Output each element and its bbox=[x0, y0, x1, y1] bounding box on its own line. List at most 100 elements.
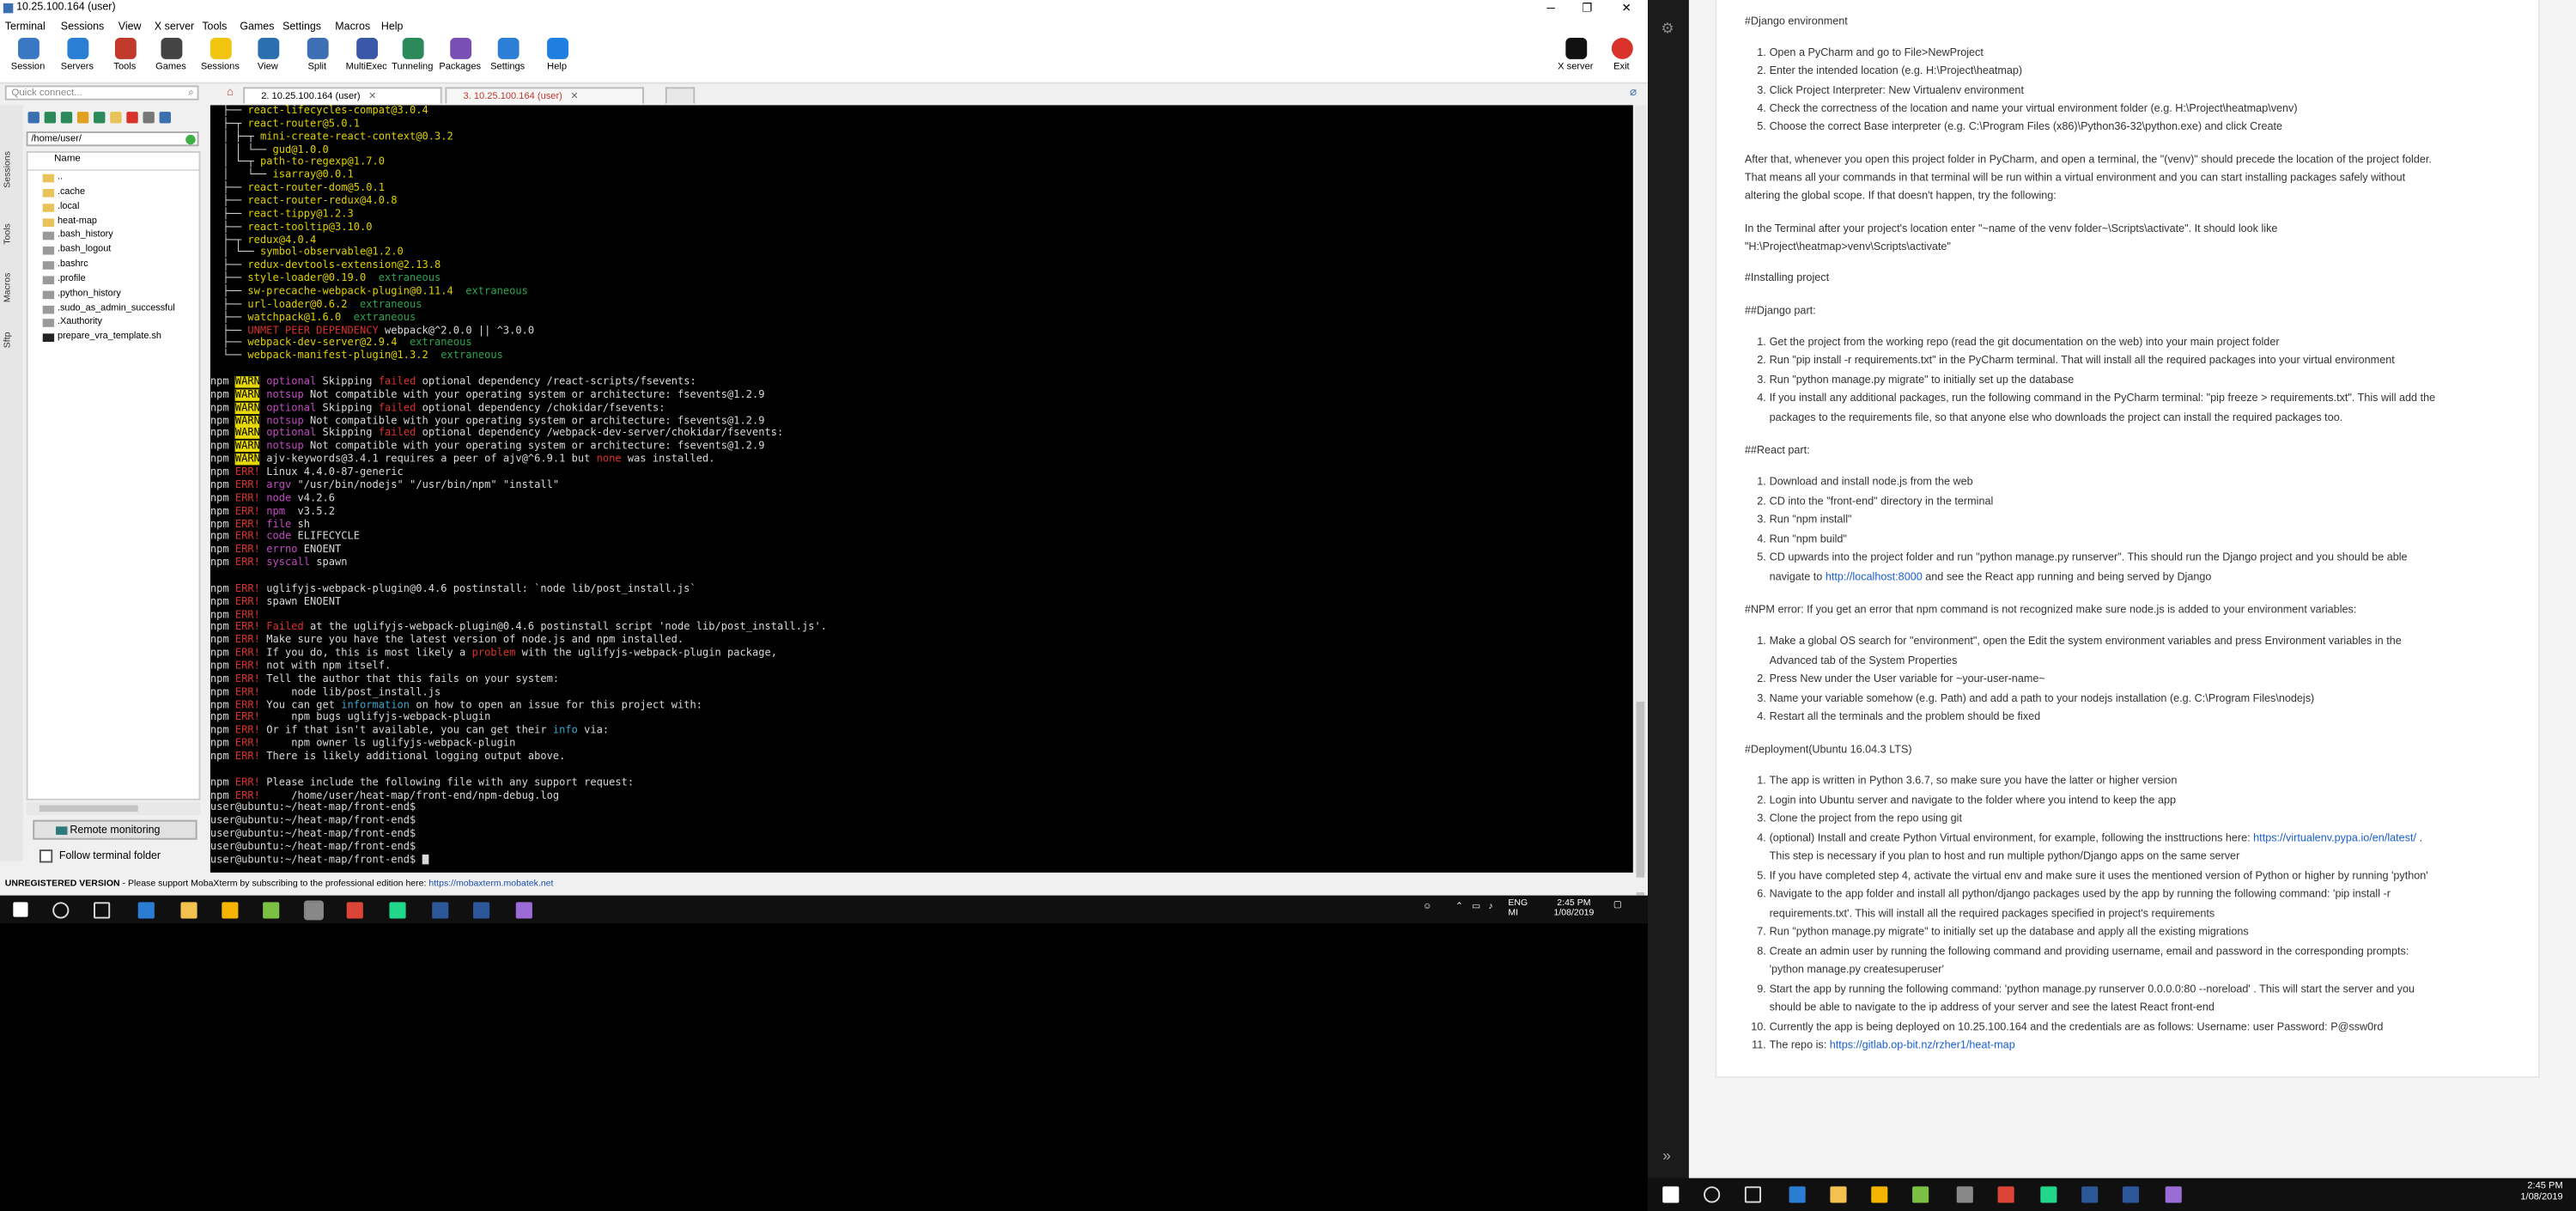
word-icon[interactable] bbox=[2122, 1186, 2140, 1203]
side-tab-sessions[interactable]: Sessions bbox=[3, 151, 13, 188]
chevron-up-icon[interactable]: ⌃ bbox=[1455, 902, 1463, 911]
close-tab-icon[interactable]: ✕ bbox=[368, 92, 376, 101]
start-icon[interactable] bbox=[13, 901, 28, 916]
file-row[interactable]: .local bbox=[28, 200, 199, 215]
terminal-scrollbar[interactable] bbox=[1634, 105, 1647, 896]
toolbar-button-sessions[interactable]: Sessions bbox=[196, 38, 245, 72]
properties-icon[interactable] bbox=[143, 112, 155, 124]
side-tab-sftp[interactable]: Sftp bbox=[3, 332, 13, 348]
taskbar-clock-right[interactable]: 2:45 PM 1/08/2019 bbox=[2520, 1182, 2562, 1205]
file-row[interactable]: .cache bbox=[28, 186, 199, 200]
menu-macros[interactable]: Macros bbox=[335, 21, 370, 33]
attach-icon[interactable]: ⌀ bbox=[1630, 85, 1637, 98]
gear-icon[interactable]: ⚙ bbox=[1661, 20, 1674, 38]
file-row[interactable]: heat-map bbox=[28, 215, 199, 229]
file-explorer-icon[interactable] bbox=[180, 901, 197, 918]
terminal-output[interactable]: ├── react-lifecycles-compat@3.0.4 ├─┬ re… bbox=[210, 105, 1633, 873]
terminal-folder-icon[interactable] bbox=[159, 112, 171, 124]
new-file-icon[interactable] bbox=[94, 112, 106, 124]
file-row[interactable]: .bashrc bbox=[28, 259, 199, 273]
task-view-icon[interactable] bbox=[1744, 1186, 1762, 1203]
menu-settings[interactable]: Settings bbox=[283, 21, 321, 33]
chrome-icon[interactable] bbox=[1997, 1186, 2014, 1203]
side-tab-tools[interactable]: Tools bbox=[3, 223, 13, 245]
taskbar-clock[interactable]: 2:45 PM 1/08/2019 bbox=[1544, 899, 1603, 919]
session-tab-2[interactable]: 2. 10.25.100.164 (user) ✕ bbox=[243, 87, 442, 104]
file-row[interactable]: .. bbox=[28, 171, 199, 186]
download-icon[interactable] bbox=[44, 112, 57, 124]
up-folder-icon[interactable] bbox=[27, 112, 39, 124]
task-view-icon[interactable] bbox=[94, 901, 111, 918]
close-tab-icon[interactable]: ✕ bbox=[570, 92, 578, 101]
toolbar-button-servers[interactable]: Servers bbox=[52, 38, 101, 72]
pycharm-icon[interactable] bbox=[2040, 1186, 2057, 1203]
menu-sessions[interactable]: Sessions bbox=[61, 21, 104, 33]
notification-icon[interactable]: ▢ bbox=[1613, 900, 1622, 910]
toolbar-button-games[interactable]: Games bbox=[146, 38, 195, 72]
word-icon[interactable] bbox=[473, 901, 490, 918]
file-row[interactable]: .sudo_as_admin_successful bbox=[28, 301, 199, 316]
menu-view[interactable]: View bbox=[118, 21, 142, 33]
sftp-horizontal-scrollbar[interactable] bbox=[26, 801, 201, 815]
chrome-icon[interactable] bbox=[346, 901, 363, 918]
menu-help[interactable]: Help bbox=[381, 21, 404, 33]
file-row[interactable]: .bash_history bbox=[28, 229, 199, 244]
home-tab-icon[interactable]: ⌂ bbox=[227, 87, 240, 100]
store-icon[interactable] bbox=[1871, 1186, 1888, 1203]
language-indicator[interactable]: ENG MI bbox=[1508, 899, 1528, 919]
powershell-icon[interactable] bbox=[2081, 1186, 2099, 1203]
refresh-icon[interactable] bbox=[76, 112, 89, 124]
new-tab-button[interactable] bbox=[665, 87, 696, 104]
people-icon[interactable]: ☺ bbox=[1423, 902, 1432, 911]
mobaxterm-icon[interactable] bbox=[303, 899, 324, 920]
toolbar-button-x-server[interactable]: X server bbox=[1551, 38, 1600, 72]
maximize-button[interactable]: ❐ bbox=[1569, 0, 1605, 18]
start-icon[interactable] bbox=[1662, 1186, 1680, 1203]
close-button[interactable]: ✕ bbox=[1608, 0, 1644, 18]
toolbar-button-multiexec[interactable]: MultiExec bbox=[342, 38, 391, 72]
git-icon[interactable] bbox=[515, 901, 532, 918]
menu-x-server[interactable]: X server bbox=[155, 21, 194, 33]
toolbar-button-session[interactable]: Session bbox=[3, 38, 52, 72]
store-icon[interactable] bbox=[222, 901, 239, 918]
toolbar-button-exit[interactable]: Exit bbox=[1597, 38, 1646, 72]
powershell-icon[interactable] bbox=[432, 901, 449, 918]
edge-icon[interactable] bbox=[1789, 1186, 1806, 1203]
toolbar-button-view[interactable]: View bbox=[243, 38, 292, 72]
file-explorer-icon[interactable] bbox=[1830, 1186, 1847, 1203]
search-icon[interactable] bbox=[52, 901, 70, 918]
toolbar-button-split[interactable]: Split bbox=[293, 38, 342, 72]
minimize-button[interactable]: ─ bbox=[1533, 0, 1569, 18]
volume-icon[interactable]: ♪ bbox=[1488, 902, 1492, 911]
doc-link[interactable]: https://gitlab.op-bit.nz/rzher1/heat-map bbox=[1830, 1040, 2015, 1051]
toolbar-button-packages[interactable]: Packages bbox=[435, 38, 484, 72]
file-row[interactable]: .python_history bbox=[28, 287, 199, 301]
upload-icon[interactable] bbox=[60, 112, 73, 124]
expand-chevron-icon[interactable]: » bbox=[1662, 1147, 1671, 1163]
pycharm-icon[interactable] bbox=[389, 901, 406, 918]
file-row[interactable]: .Xauthority bbox=[28, 316, 199, 331]
toolbar-button-settings[interactable]: Settings bbox=[483, 38, 532, 72]
notepad-plus-icon[interactable] bbox=[263, 901, 280, 918]
side-tab-macros[interactable]: Macros bbox=[3, 273, 13, 302]
new-folder-icon[interactable] bbox=[110, 112, 122, 124]
session-tab-3[interactable]: 3. 10.25.100.164 (user) ✕ bbox=[445, 87, 645, 104]
file-row[interactable]: .profile bbox=[28, 272, 199, 287]
notepad-plus-icon[interactable] bbox=[1912, 1186, 1929, 1203]
delete-icon[interactable] bbox=[126, 112, 138, 124]
remote-monitoring-button[interactable]: Remote monitoring bbox=[33, 819, 197, 840]
sftp-path-input[interactable]: /home/user/ bbox=[26, 131, 199, 147]
toolbar-button-tunneling[interactable]: Tunneling bbox=[388, 38, 437, 72]
toolbar-button-help[interactable]: Help bbox=[532, 38, 581, 72]
search-icon[interactable] bbox=[1704, 1186, 1721, 1203]
toolbar-button-tools[interactable]: Tools bbox=[100, 38, 149, 72]
menu-terminal[interactable]: Terminal bbox=[5, 21, 46, 33]
checkbox-icon[interactable] bbox=[39, 849, 53, 863]
menu-games[interactable]: Games bbox=[240, 21, 274, 33]
menu-tools[interactable]: Tools bbox=[202, 21, 227, 33]
git-icon[interactable] bbox=[2165, 1186, 2182, 1203]
file-row[interactable]: .bash_logout bbox=[28, 244, 199, 259]
quick-connect-input[interactable]: Quick connect... ⌕ bbox=[4, 85, 199, 100]
file-row[interactable]: prepare_vra_template.sh bbox=[28, 331, 199, 345]
edge-icon[interactable] bbox=[137, 901, 155, 918]
